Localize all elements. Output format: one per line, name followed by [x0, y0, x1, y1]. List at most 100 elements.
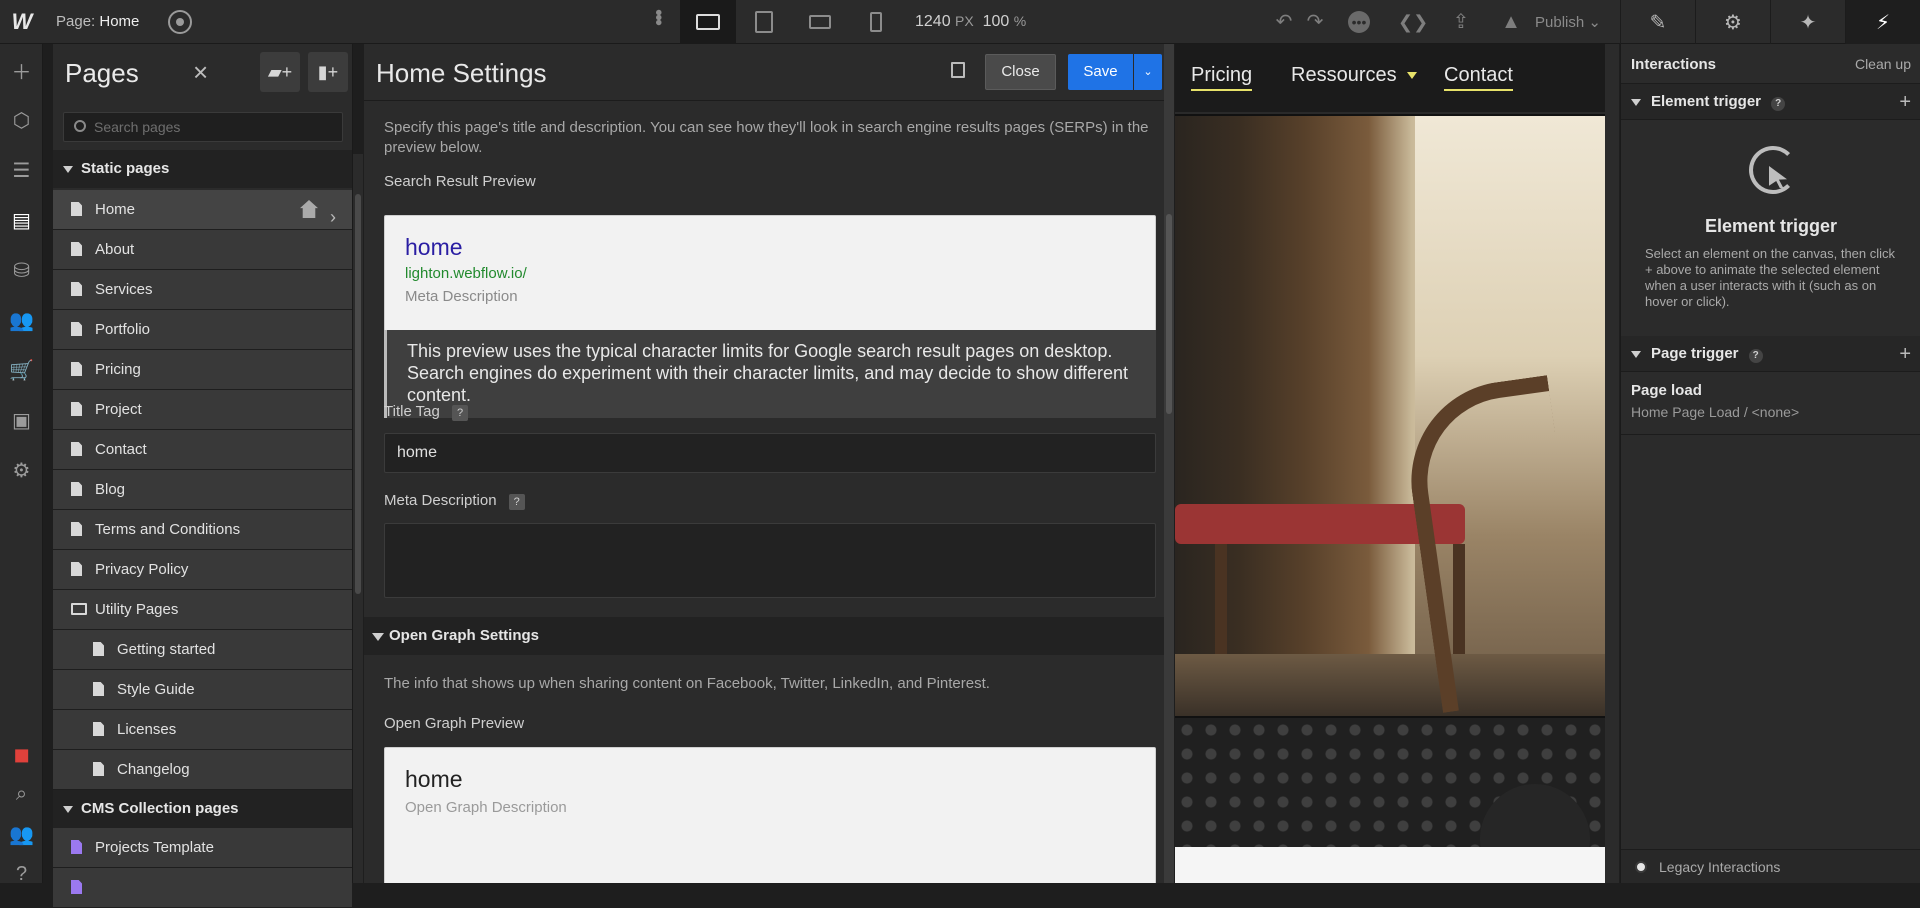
page-item-blog[interactable]: Blog: [53, 470, 352, 510]
cms-pages-header[interactable]: CMS Collection pages: [53, 790, 352, 828]
settings-gear-icon[interactable]: ⚙: [0, 450, 43, 490]
redo-icon[interactable]: ↷: [1304, 11, 1326, 33]
page-trigger-header[interactable]: Page trigger ? +: [1621, 336, 1920, 372]
symbols-cube-icon[interactable]: ⬡: [0, 100, 43, 140]
page-item-cms-next[interactable]: [53, 868, 352, 908]
search-placeholder: Search pages: [94, 119, 181, 135]
help-icon[interactable]: ?: [0, 854, 43, 894]
page-item-label: About: [95, 241, 135, 258]
search-preview-label: Search Result Preview: [384, 173, 536, 190]
nav-link-pricing[interactable]: Pricing: [1191, 64, 1253, 91]
static-pages-header[interactable]: Static pages: [53, 150, 352, 188]
new-folder-button[interactable]: ▰+: [260, 52, 300, 92]
interactions-lightning-tab[interactable]: ⚡: [1845, 0, 1920, 44]
meta-description-label-text: Meta Description: [384, 492, 497, 509]
page-item-pricing[interactable]: Pricing: [53, 350, 352, 390]
close-icon[interactable]: ×: [193, 57, 208, 88]
dropdown-arrow-icon[interactable]: [1407, 72, 1417, 79]
settings-gear-tab[interactable]: ⚙: [1695, 0, 1770, 44]
search-icon[interactable]: ⌕: [0, 774, 43, 814]
assets-images-icon[interactable]: ▣: [0, 400, 43, 440]
element-trigger-header-label: Element trigger: [1651, 93, 1762, 110]
page-label: Page:: [56, 13, 96, 30]
add-panel-icon[interactable]: ＋: [0, 50, 43, 90]
element-trigger-header[interactable]: Element trigger ? +: [1621, 84, 1920, 120]
scroll-thumb[interactable]: [1166, 214, 1172, 414]
breakpoint-tablet-button[interactable]: [736, 0, 792, 44]
legacy-interactions-toggle[interactable]: Legacy Interactions: [1621, 849, 1920, 883]
help-icon[interactable]: ?: [452, 405, 469, 421]
page-item-services[interactable]: Services: [53, 270, 352, 310]
pages-scrollbar[interactable]: [353, 154, 363, 883]
page-icon: [93, 762, 104, 776]
duplicate-icon[interactable]: [951, 62, 965, 78]
save-options-chevron-down-icon[interactable]: ⌄: [1134, 54, 1162, 90]
current-page-indicator[interactable]: Page: Home: [56, 13, 139, 30]
more-options-icon[interactable]: •••: [646, 9, 669, 24]
close-button[interactable]: Close: [985, 54, 1056, 90]
meta-description-textarea[interactable]: [384, 523, 1156, 598]
help-icon[interactable]: ?: [1771, 97, 1786, 111]
page-item-terms[interactable]: Terms and Conditions: [53, 510, 352, 550]
help-icon[interactable]: ?: [508, 494, 525, 510]
toggle-switch[interactable]: [1635, 861, 1647, 873]
page-item-label: Style Guide: [117, 681, 195, 698]
page-load-value[interactable]: Home Page Load / <none>: [1631, 404, 1799, 420]
publish-button[interactable]: Publish ⌄: [1535, 13, 1601, 31]
settings-scrollbar[interactable]: [1164, 44, 1174, 883]
recording-icon[interactable]: ◼: [0, 734, 43, 774]
users-icon[interactable]: 👥: [0, 300, 43, 340]
breakpoint-landscape-button[interactable]: [792, 0, 848, 44]
scroll-thumb[interactable]: [355, 194, 361, 594]
style-brush-tab[interactable]: ✎: [1620, 0, 1695, 44]
serp-title: home: [405, 234, 463, 260]
page-item-about[interactable]: About: [53, 230, 352, 270]
page-item-privacy[interactable]: Privacy Policy: [53, 550, 352, 590]
clean-up-button[interactable]: Clean up: [1855, 56, 1911, 72]
folder-item-utility[interactable]: Utility Pages: [53, 590, 352, 630]
page-item-getting-started[interactable]: Getting started: [53, 630, 352, 670]
canvas-scrollbar[interactable]: [1605, 44, 1619, 883]
page-item-licenses[interactable]: Licenses: [53, 710, 352, 750]
search-result-preview: home lighton.webflow.io/ Meta Descriptio…: [384, 215, 1156, 339]
page-item-contact[interactable]: Contact: [53, 430, 352, 470]
page-load-label[interactable]: Page load: [1631, 382, 1702, 399]
page-item-project[interactable]: Project: [53, 390, 352, 430]
export-icon[interactable]: ⇪: [1450, 11, 1472, 33]
team-icon[interactable]: 👥: [0, 814, 43, 854]
left-tool-rail: ＋ ⬡ ☰ ▤ ⛁ 👥 🛒 ▣ ⚙ ◼ ⌕ 👥 ?: [0, 44, 43, 885]
page-item-changelog[interactable]: Changelog: [53, 750, 352, 790]
search-pages-input[interactable]: Search pages: [63, 112, 343, 142]
help-icon[interactable]: ?: [1748, 349, 1763, 363]
navigator-icon[interactable]: ☰: [0, 150, 43, 190]
open-graph-section-header[interactable]: Open Graph Settings: [364, 617, 1164, 655]
page-item-portfolio[interactable]: Portfolio: [53, 310, 352, 350]
page-item-home[interactable]: Home ›: [53, 190, 352, 230]
nav-link-ressources[interactable]: Ressources: [1291, 64, 1397, 91]
style-manager-drops-tab[interactable]: ✦: [1770, 0, 1845, 44]
publish-rocket-icon[interactable]: ▲: [1500, 11, 1522, 33]
seo-intro-text: Specify this page's title and descriptio…: [384, 119, 1149, 156]
title-tag-input[interactable]: home: [384, 433, 1156, 473]
add-page-trigger-icon[interactable]: +: [1899, 336, 1911, 372]
pages-icon[interactable]: ▤: [0, 200, 43, 240]
add-element-trigger-icon[interactable]: +: [1899, 84, 1911, 120]
design-canvas[interactable]: Pricing Ressources Contact: [1175, 44, 1605, 883]
canvas-size-readout[interactable]: 1240 PX 100 %: [915, 13, 1026, 31]
save-button[interactable]: Save: [1068, 54, 1133, 90]
nav-link-contact[interactable]: Contact: [1444, 64, 1513, 91]
page-item-projects-template[interactable]: Projects Template: [53, 828, 352, 868]
preview-eye-icon[interactable]: [168, 10, 192, 34]
comments-icon[interactable]: •••: [1348, 11, 1370, 33]
breakpoint-desktop-button[interactable]: [680, 0, 736, 44]
page-item-style-guide[interactable]: Style Guide: [53, 670, 352, 710]
new-page-button[interactable]: ▮+: [308, 52, 348, 92]
page-icon: [71, 202, 82, 216]
breakpoint-portrait-button[interactable]: [848, 0, 904, 44]
ecommerce-cart-icon[interactable]: 🛒: [0, 350, 43, 390]
page-item-label: Home: [95, 201, 136, 218]
webflow-logo-icon[interactable]: W: [0, 0, 44, 44]
code-icon[interactable]: ❮❯: [1398, 11, 1428, 33]
cms-database-icon[interactable]: ⛁: [0, 250, 43, 290]
undo-icon[interactable]: ↶: [1273, 11, 1295, 33]
